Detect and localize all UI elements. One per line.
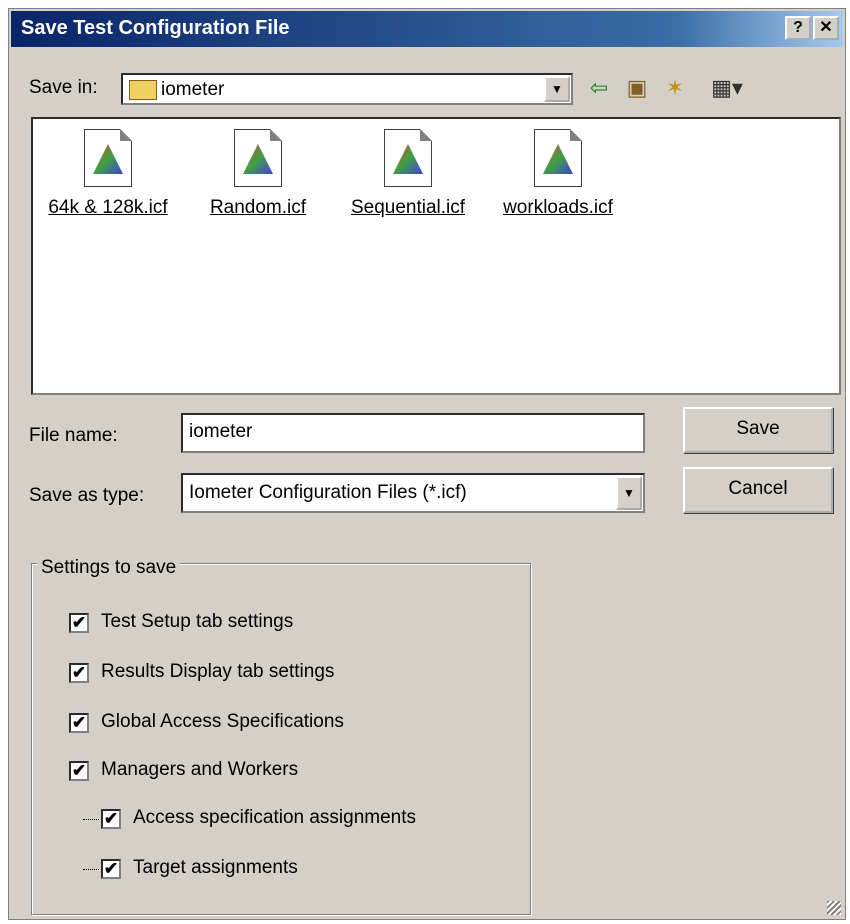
save-as-type-dropdown[interactable]: Iometer Configuration Files (*.icf) ▼ bbox=[181, 473, 645, 513]
checkbox-label: Access specification assignments bbox=[133, 807, 417, 828]
file-item[interactable]: Sequential.icf bbox=[333, 129, 483, 219]
checkbox[interactable]: ✔ bbox=[69, 613, 89, 633]
new-folder-icon[interactable]: ✶ bbox=[661, 75, 689, 101]
save-button[interactable]: Save bbox=[683, 407, 833, 453]
file-item[interactable]: 64k & 128k.icf bbox=[33, 129, 183, 219]
file-name-value: iometer bbox=[189, 421, 253, 442]
icf-file-icon bbox=[534, 129, 582, 187]
help-button[interactable]: ? bbox=[785, 16, 811, 40]
back-icon[interactable]: ⇦ bbox=[585, 75, 613, 101]
checkbox[interactable]: ✔ bbox=[69, 663, 89, 683]
checkbox-label: Test Setup tab settings bbox=[101, 611, 294, 632]
file-name: 64k & 128k.icf bbox=[48, 197, 168, 218]
file-item[interactable]: workloads.icf bbox=[483, 129, 633, 219]
icf-file-icon bbox=[234, 129, 282, 187]
file-list[interactable]: 64k & 128k.icf Random.icf Sequential.icf… bbox=[31, 117, 841, 395]
checkbox-label: Target assignments bbox=[133, 857, 298, 878]
checkbox[interactable]: ✔ bbox=[101, 859, 121, 879]
chevron-down-icon[interactable]: ▼ bbox=[544, 76, 570, 102]
tree-connector bbox=[83, 819, 99, 820]
checkbox-label: Global Access Specifications bbox=[101, 711, 344, 732]
save-in-dropdown[interactable]: iometer ▼ bbox=[121, 73, 573, 105]
settings-legend: Settings to save bbox=[37, 557, 181, 579]
save-as-type-value: Iometer Configuration Files (*.icf) bbox=[189, 482, 467, 503]
save-as-type-label: Save as type: bbox=[29, 485, 145, 506]
save-in-label: Save in: bbox=[29, 77, 98, 98]
dialog-title: Save Test Configuration File bbox=[21, 17, 290, 39]
checkbox[interactable]: ✔ bbox=[69, 713, 89, 733]
checkbox-label: Managers and Workers bbox=[101, 759, 299, 780]
tree-connector bbox=[83, 869, 99, 870]
file-name-input[interactable]: iometer bbox=[181, 413, 645, 453]
chevron-down-icon[interactable]: ▼ bbox=[616, 476, 642, 510]
file-name: workloads.icf bbox=[503, 197, 613, 218]
checkbox[interactable]: ✔ bbox=[101, 809, 121, 829]
file-item[interactable]: Random.icf bbox=[183, 129, 333, 219]
cancel-button[interactable]: Cancel bbox=[683, 467, 833, 513]
icf-file-icon bbox=[84, 129, 132, 187]
close-button[interactable]: ✕ bbox=[813, 16, 839, 40]
folder-icon bbox=[129, 80, 157, 100]
checkbox-label: Results Display tab settings bbox=[101, 661, 335, 682]
resize-grip-icon[interactable] bbox=[827, 901, 841, 915]
up-folder-icon[interactable]: ▣ bbox=[623, 75, 651, 101]
icf-file-icon bbox=[384, 129, 432, 187]
save-in-value: iometer bbox=[161, 79, 225, 100]
file-name: Random.icf bbox=[209, 197, 307, 218]
file-name: Sequential.icf bbox=[350, 197, 466, 218]
title-bar[interactable]: Save Test Configuration File ? ✕ bbox=[11, 11, 843, 47]
view-menu-icon[interactable]: ▦▾ bbox=[703, 75, 751, 101]
checkbox[interactable]: ✔ bbox=[69, 761, 89, 781]
save-dialog: Save Test Configuration File ? ✕ Save in… bbox=[8, 8, 846, 920]
file-name-label: File name: bbox=[29, 425, 118, 446]
